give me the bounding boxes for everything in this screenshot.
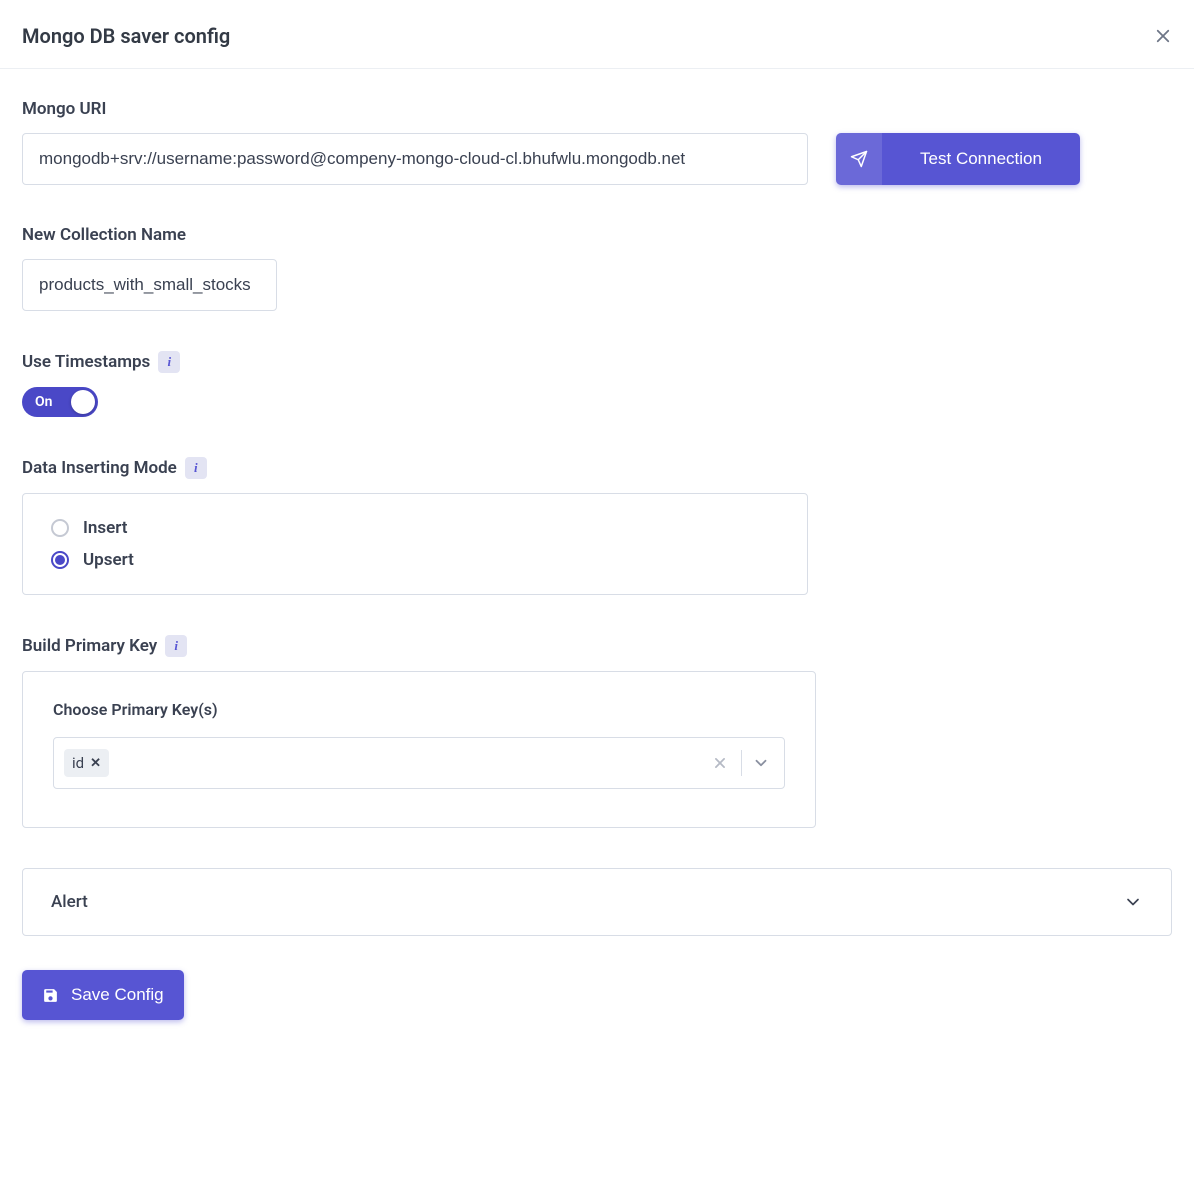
chip-remove-icon[interactable]: ✕: [90, 756, 101, 771]
radio-upsert[interactable]: Upsert: [51, 550, 779, 570]
timestamps-group: Use Timestamps i On: [22, 351, 1172, 417]
mongo-uri-input[interactable]: [22, 133, 808, 185]
primary-key-sublabel: Choose Primary Key(s): [53, 700, 785, 719]
collection-name-input[interactable]: [22, 259, 277, 311]
chip-label: id: [72, 754, 84, 772]
inserting-mode-card: Insert Upsert: [22, 493, 808, 595]
info-icon[interactable]: i: [165, 635, 187, 657]
inserting-mode-group: Data Inserting Mode i Insert Upsert: [22, 457, 1172, 595]
uri-label: Mongo URI: [22, 99, 1172, 119]
close-icon[interactable]: [1154, 27, 1172, 45]
test-connection-button[interactable]: Test Connection: [836, 133, 1080, 185]
toggle-knob: [71, 390, 95, 414]
alert-label: Alert: [51, 892, 88, 912]
send-icon: [850, 150, 868, 168]
info-icon[interactable]: i: [185, 457, 207, 479]
info-icon[interactable]: i: [158, 351, 180, 373]
primary-key-card: Choose Primary Key(s) id ✕: [22, 671, 816, 828]
primary-key-label: Build Primary Key i: [22, 635, 1172, 657]
radio-insert-label: Insert: [83, 518, 128, 538]
inserting-mode-label: Data Inserting Mode i: [22, 457, 1172, 479]
primary-key-chip: id ✕: [64, 749, 109, 777]
modal-body: Mongo URI Test Connection New Collection…: [0, 69, 1194, 1042]
primary-key-label-text: Build Primary Key: [22, 636, 157, 656]
select-chevron-slot[interactable]: [742, 754, 780, 772]
clear-icon[interactable]: [713, 756, 727, 770]
save-config-button[interactable]: Save Config: [22, 970, 184, 1020]
inserting-mode-label-text: Data Inserting Mode: [22, 458, 177, 478]
modal-title: Mongo DB saver config: [22, 24, 230, 48]
alert-accordion[interactable]: Alert: [22, 868, 1172, 936]
uri-row: Test Connection: [22, 133, 1172, 185]
radio-circle: [51, 551, 69, 569]
radio-upsert-label: Upsert: [83, 550, 134, 570]
save-icon: [42, 987, 59, 1004]
radio-circle: [51, 519, 69, 537]
save-config-label: Save Config: [71, 985, 164, 1005]
send-icon-slot: [836, 133, 882, 185]
modal-header: Mongo DB saver config: [0, 0, 1194, 69]
collection-label: New Collection Name: [22, 225, 1172, 245]
chevron-down-icon: [1123, 892, 1143, 912]
timestamps-toggle[interactable]: On: [22, 387, 98, 417]
primary-key-select[interactable]: id ✕: [53, 737, 785, 789]
chevron-down-icon: [752, 754, 770, 772]
test-connection-label: Test Connection: [882, 149, 1080, 169]
collection-group: New Collection Name: [22, 225, 1172, 311]
timestamps-label: Use Timestamps i: [22, 351, 1172, 373]
primary-key-group: Build Primary Key i Choose Primary Key(s…: [22, 635, 1172, 828]
timestamps-label-text: Use Timestamps: [22, 352, 150, 372]
uri-group: Mongo URI Test Connection: [22, 99, 1172, 185]
radio-insert[interactable]: Insert: [51, 518, 779, 538]
toggle-on-label: On: [35, 394, 52, 410]
